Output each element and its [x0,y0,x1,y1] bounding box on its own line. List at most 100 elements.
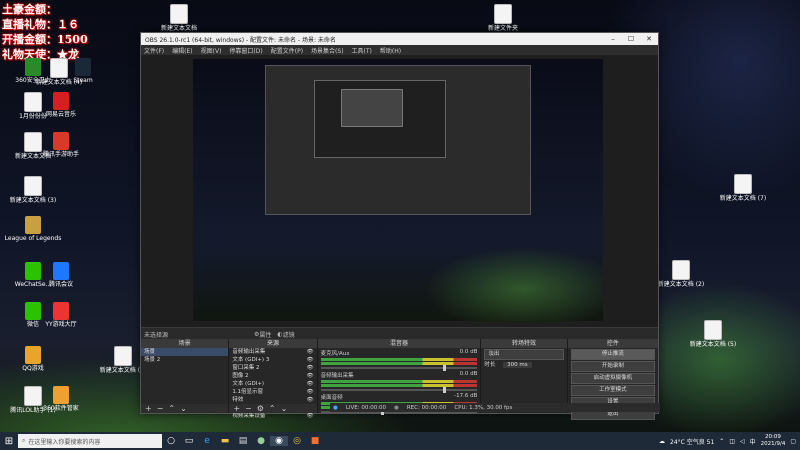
scenes-dock: 场景 场景 场景 2 + − ⌃ ⌄ [141,339,230,413]
remove-icon[interactable]: − [157,404,164,413]
menu-file[interactable]: 文件(F) [144,46,164,55]
volume-slider[interactable] [320,387,478,393]
live-time: LIVE: 00:00:00 [345,404,387,411]
desktop-icon-label: 新建文本文档 (2) [657,281,705,288]
source-item[interactable]: 图像 2 👁 [229,372,316,380]
desktop-icon-label: 新建文本文档 (3) [9,197,57,204]
add-icon[interactable]: + [145,404,152,413]
obs-taskbar-icon[interactable]: ◉ [270,436,288,446]
nested-obs-preview [265,65,531,215]
properties-button[interactable]: 属性 [259,330,271,339]
menu-docks[interactable]: 停靠窗口(D) [229,46,262,55]
desktop-icon[interactable]: 腾讯会议 [32,262,90,289]
desktop-icon-label: 腾讯手游助手 [42,151,79,158]
desktop-icon-label: YY游戏大厅 [45,321,77,328]
menu-help[interactable]: 帮助(H) [380,46,401,55]
transition-select[interactable]: 淡出 [484,349,564,360]
source-item[interactable]: 视频采集设备 👁 [229,412,316,420]
desktop-icon[interactable]: YY游戏大厅 [32,302,90,329]
up-icon[interactable]: ⌃ [168,404,175,413]
edge-icon[interactable]: e [198,436,216,446]
desktop-icon[interactable]: 新建文本文档 [150,4,208,33]
studio-mode-button[interactable]: 工作室模式 [570,385,655,396]
desktop-icon[interactable]: Steam [54,58,112,85]
folder-taskbar-icon[interactable]: ■ [306,436,324,446]
add-icon[interactable]: + [233,404,240,413]
down-icon[interactable]: ⌄ [281,404,288,413]
gear-icon[interactable]: ⚙ [257,404,264,413]
source-item[interactable]: 窗口采集 2 👁 [229,364,316,372]
desktop-icon[interactable]: 360软件管家 [32,386,90,413]
visibility-icon[interactable]: 👁 [307,356,314,364]
desktop-icon[interactable]: 新建文件夹 [474,4,532,33]
slider-handle[interactable] [442,387,446,393]
remove-icon[interactable]: − [245,404,252,413]
source-item-label: 窗口采集 2 [232,365,260,371]
scene-item[interactable]: 场景 [141,348,229,356]
status-bar: ● LIVE: 00:00:00 ● REC: 00:00:00 CPU: 1.… [330,403,660,412]
source-item-label: 文本 (GDI+) 3 [232,357,270,363]
taskbar-search[interactable]: ⌕ 在这里输入你要搜索的内容 [18,434,162,448]
source-item[interactable]: 文本 (GDI+) 👁 [229,380,316,388]
menu-scene-collection[interactable]: 场景集合(S) [311,46,344,55]
scene-item[interactable]: 场景 2 [141,356,228,364]
ime-icon[interactable]: 中 [750,437,756,446]
desktop-icon[interactable]: 网易云音乐 [32,92,90,119]
slider-handle[interactable] [442,365,446,371]
source-item-label: 1.1倍显示窗 [232,389,264,395]
game-app-icon[interactable]: ● [252,436,270,446]
title-bar[interactable]: OBS 26.1.0-rc1 (64-bit, windows) - 配置文件:… [141,33,658,45]
menu-view[interactable]: 视图(V) [201,46,222,55]
source-item[interactable]: 音频输出采集 👁 [229,348,316,356]
duration-input[interactable]: 300 ms [503,362,532,368]
tray-up-icon[interactable]: ⌃ [719,438,724,445]
source-item[interactable]: 1.1倍显示窗 👁 [229,388,316,396]
desktop-icon[interactable]: League of Legends [4,216,62,243]
source-item-label: 特效 [232,397,244,403]
visibility-icon[interactable]: 👁 [307,348,314,356]
start-recording-button[interactable]: 开始录制 [570,361,655,372]
visibility-icon[interactable]: 👁 [307,388,314,396]
visibility-icon[interactable]: 👁 [307,412,314,420]
up-icon[interactable]: ⌃ [269,404,276,413]
app-taskbar-icon[interactable]: ◎ [288,436,306,446]
desktop-icon[interactable]: 新建文本文档 (5) [684,320,742,349]
close-icon[interactable]: ✕ [640,35,658,43]
preview-canvas[interactable] [141,55,658,327]
text-document-icon [24,176,42,196]
filters-button[interactable]: 滤镜 [283,330,295,339]
volume-icon[interactable]: ◁ [740,438,745,445]
source-item[interactable]: 文本 (GDI+) 3 👁 [229,356,316,364]
store-icon[interactable]: ▤ [234,436,252,446]
menu-tools[interactable]: 工具(T) [352,46,372,55]
desktop-icon[interactable]: 新建文本文档 (2) [652,260,710,289]
down-icon[interactable]: ⌄ [180,404,187,413]
desktop-icon[interactable]: QQ游戏 [4,346,62,373]
visibility-icon[interactable]: 👁 [307,364,314,372]
minimize-icon[interactable]: – [604,35,622,43]
task-view-icon[interactable]: ▭ [180,436,198,446]
search-placeholder: 在这里输入你要搜索的内容 [28,438,101,446]
visibility-icon[interactable]: 👁 [307,396,314,404]
obs-window[interactable]: OBS 26.1.0-rc1 (64-bit, windows) - 配置文件:… [140,32,659,420]
volume-slider[interactable] [320,365,478,371]
stop-streaming-button[interactable]: 停止推流 [570,349,655,360]
mixer-title: 混音器 [317,339,481,348]
source-item[interactable]: 特效 👁 [229,396,316,404]
menu-profile[interactable]: 配置文件(P) [271,46,303,55]
clock[interactable]: 20:09 2021/9/4 [761,434,786,448]
desktop-icon[interactable]: 新建文本文档 (7) [714,174,772,203]
menu-edit[interactable]: 编辑(E) [172,46,192,55]
visibility-icon[interactable]: 👁 [307,380,314,388]
notification-icon[interactable]: ▢ [790,438,796,445]
windows-start-icon[interactable]: ⊞ [0,436,18,447]
weather-text[interactable]: 24°C 空气良 51 [670,437,714,446]
maximize-icon[interactable]: ☐ [622,35,640,43]
desktop-icon[interactable]: 新建文本文档 (3) [4,176,62,205]
cortana-icon[interactable]: ○ [162,436,180,446]
desktop-icon[interactable]: 腾讯手游助手 [32,132,90,159]
file-explorer-icon[interactable]: ▬ [216,436,234,446]
network-icon[interactable]: ◫ [729,438,735,445]
visibility-icon[interactable]: 👁 [307,372,314,380]
virtual-camera-button[interactable]: 启动虚拟摄像机 [570,373,655,384]
